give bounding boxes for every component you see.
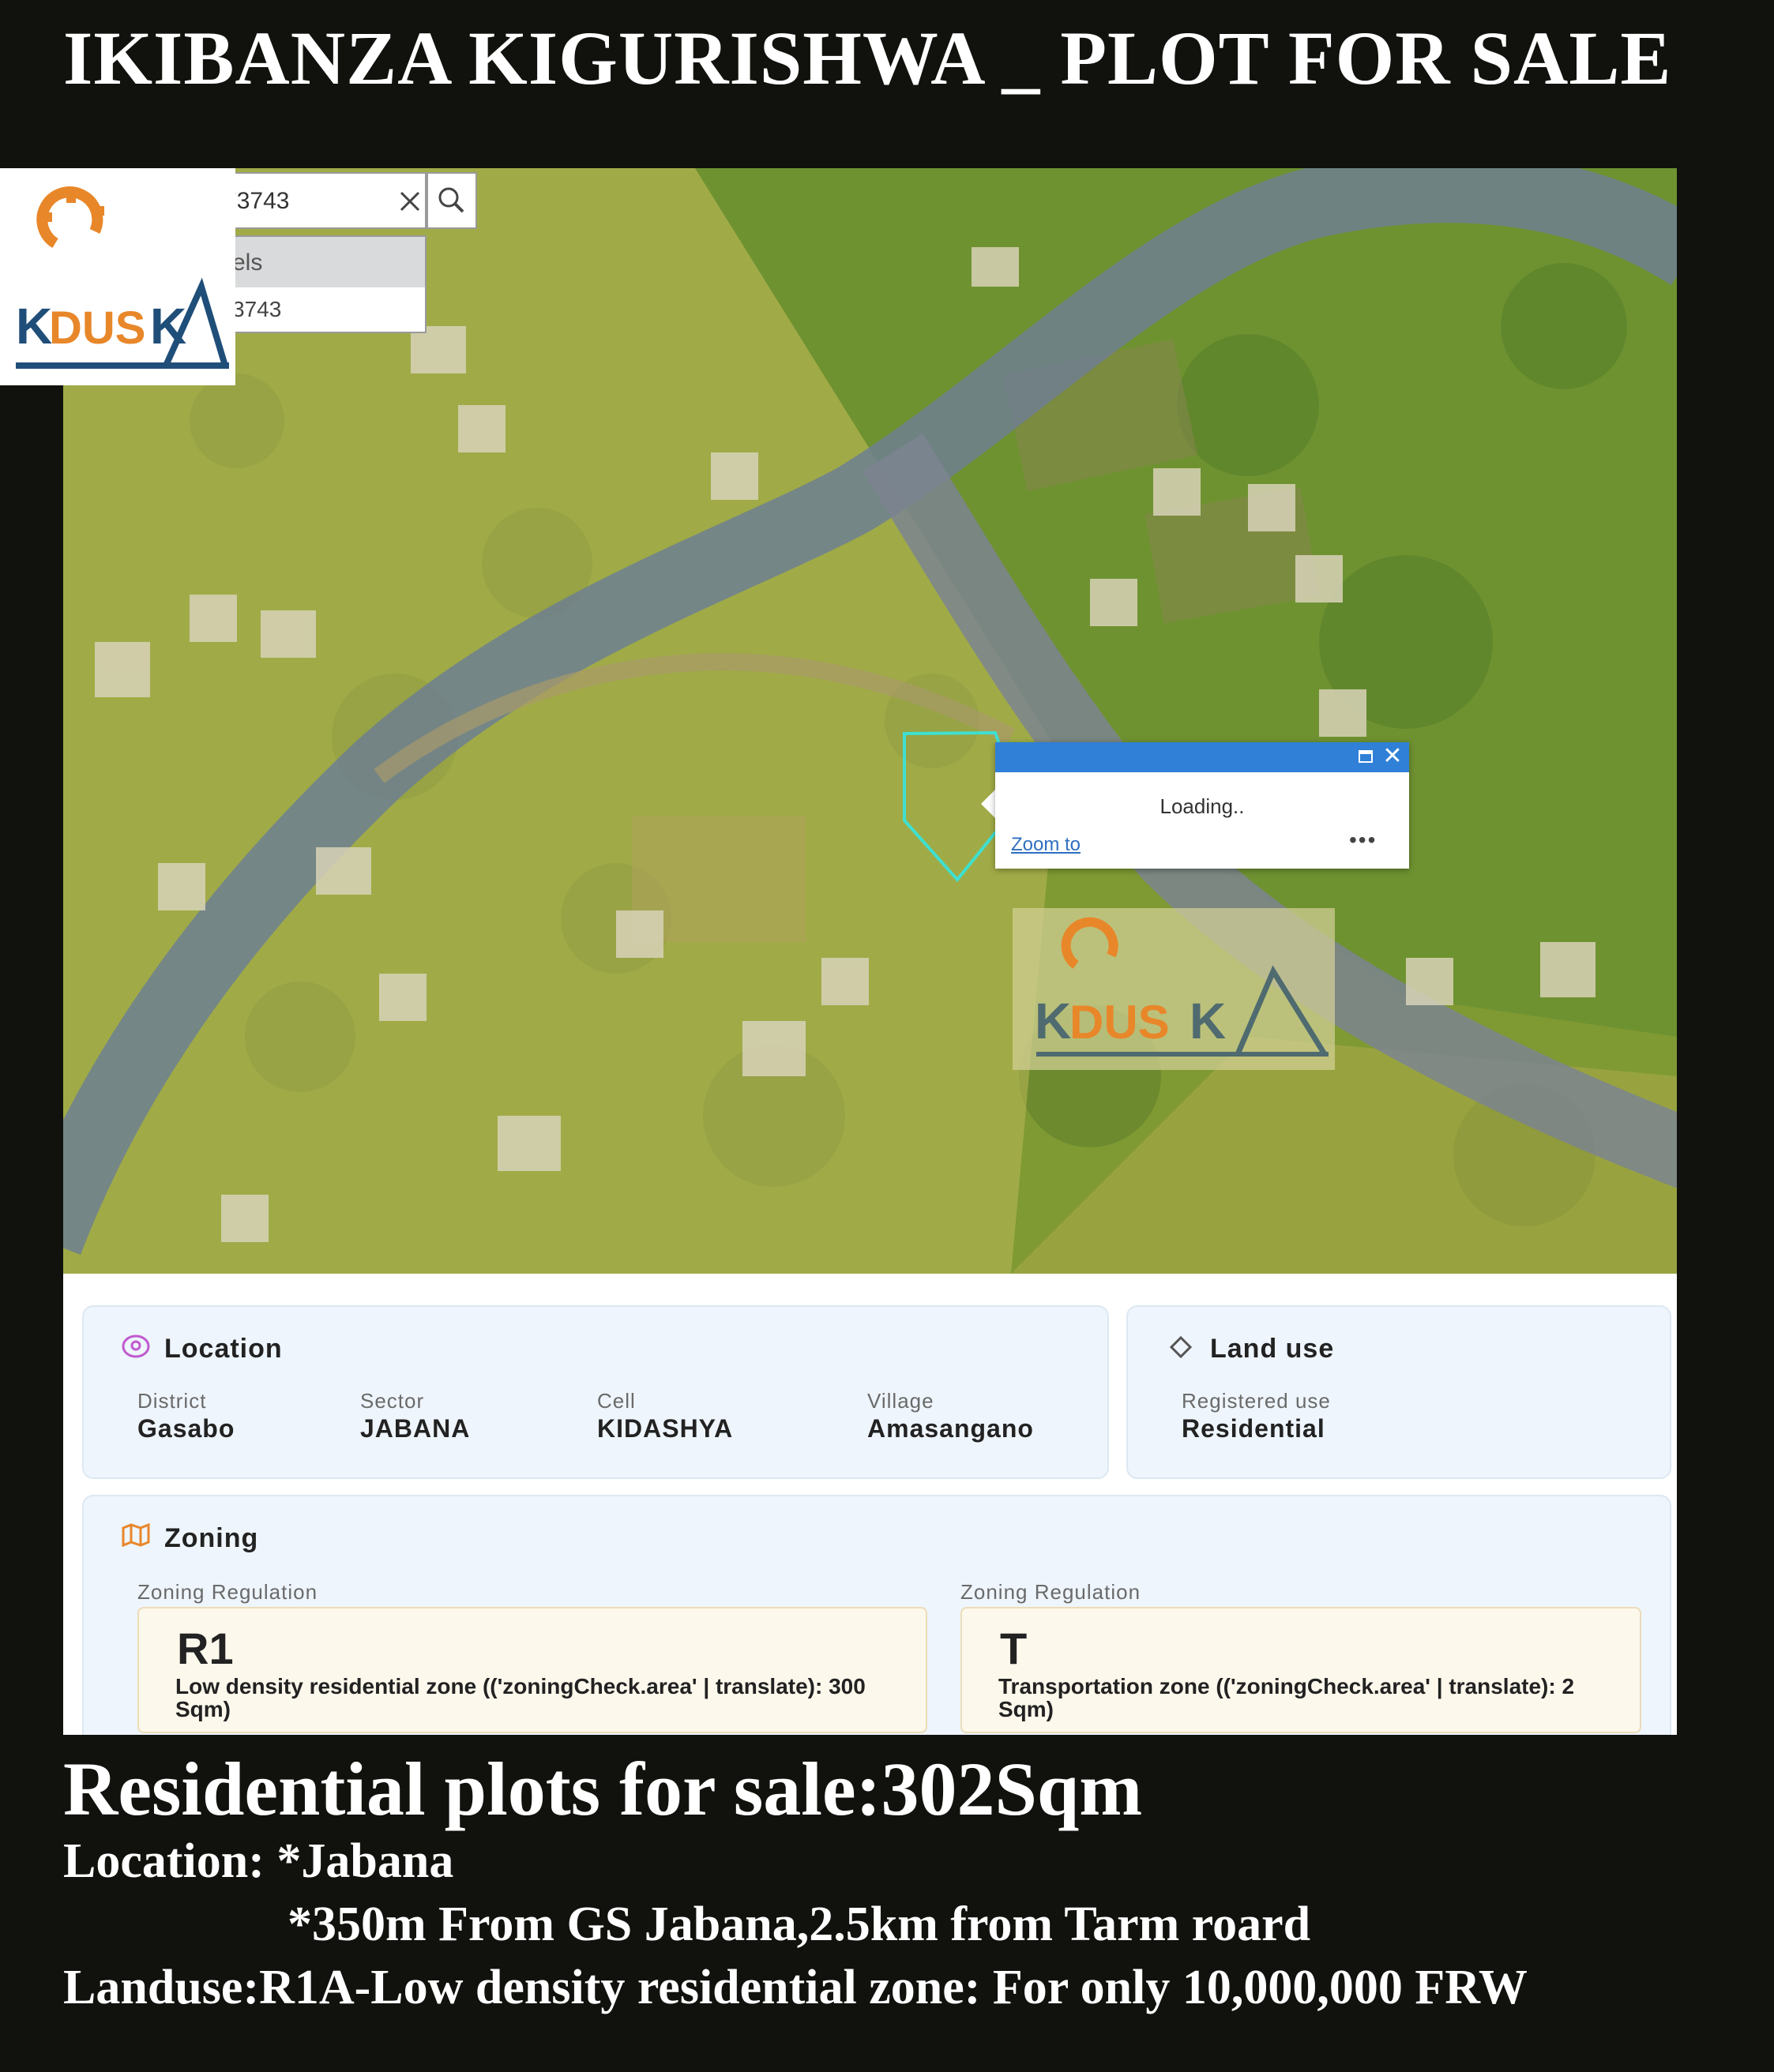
zone-code: R1: [177, 1623, 234, 1673]
listing-landuse-price: Landuse:R1A-Low density residential zone…: [63, 1961, 1528, 2014]
district-label: District: [137, 1389, 207, 1413]
maximize-icon[interactable]: [1359, 750, 1373, 763]
more-options-icon[interactable]: •••: [1349, 828, 1377, 853]
map-icon: [122, 1523, 150, 1547]
feature-popup: ✕ Loading.. Zoom to •••: [995, 742, 1409, 869]
listing-location: Location: *Jabana: [63, 1834, 454, 1888]
svg-text:K: K: [16, 298, 52, 355]
village-label: Village: [867, 1389, 934, 1413]
land-use-title: Land use: [1210, 1334, 1335, 1364]
zone-code: T: [1000, 1623, 1028, 1673]
svg-text:DUS: DUS: [49, 302, 145, 354]
village-value: Amasangano: [867, 1414, 1034, 1443]
suggestion-item[interactable]: 3743: [232, 297, 281, 322]
search-button[interactable]: [427, 172, 477, 229]
zoning-item: T Transportation zone (('zoningCheck.are…: [960, 1607, 1641, 1733]
listing-title: Residential plots for sale:302Sqm: [63, 1747, 1143, 1831]
popup-titlebar: ✕: [995, 742, 1409, 772]
listing-distance: *350m From GS Jabana,2.5km from Tarm roa…: [288, 1897, 1311, 1951]
cell-value: KIDASHYA: [597, 1414, 734, 1443]
map-view[interactable]: [63, 168, 1677, 1274]
logo-graphic: K DUS K: [16, 186, 229, 369]
registered-use-label: Registered use: [1182, 1389, 1331, 1413]
sector-value: JABANA: [360, 1414, 471, 1443]
popup-pointer: [981, 788, 997, 820]
zoning-item: R1 Low density residential zone (('zonin…: [137, 1607, 927, 1733]
svg-text:DUS: DUS: [1069, 996, 1170, 1049]
svg-text:K: K: [1190, 993, 1226, 1049]
close-icon[interactable]: ✕: [1381, 744, 1404, 769]
zone-description: Transportation zone (('zoningCheck.area'…: [998, 1674, 1575, 1721]
zoning-title: Zoning: [164, 1523, 259, 1553]
kduska-logo: K DUS K: [0, 168, 235, 385]
search-value: '3743: [232, 188, 290, 214]
svg-text:K: K: [1035, 993, 1071, 1049]
watermark-logo: K DUS K: [1035, 917, 1329, 1057]
kduska-watermark: K DUS K: [1013, 908, 1335, 1070]
cell-label: Cell: [597, 1389, 636, 1413]
district-value: Gasabo: [137, 1414, 235, 1443]
clear-search-button[interactable]: [395, 185, 425, 218]
diamond-icon: [1169, 1335, 1193, 1359]
registered-use-value: Residential: [1182, 1414, 1325, 1443]
sector-label: Sector: [360, 1389, 425, 1413]
zoom-to-link[interactable]: Zoom to: [1011, 834, 1081, 856]
location-pin-icon: [122, 1334, 150, 1358]
zoning-regulation-label: Zoning Regulation: [137, 1580, 318, 1604]
svg-text:K: K: [150, 298, 186, 355]
suggestion-group-label: els: [232, 250, 263, 276]
location-card: Location District Gasabo Sector JABANA C…: [82, 1305, 1109, 1479]
zoning-card: Zoning Zoning Regulation R1 Low density …: [82, 1495, 1671, 1735]
search-icon: [438, 187, 464, 213]
close-icon: [400, 191, 420, 212]
popup-loading-text: Loading..: [1159, 794, 1245, 818]
location-title: Location: [164, 1334, 283, 1364]
zoning-regulation-label: Zoning Regulation: [960, 1580, 1141, 1604]
parcel-info-panel: Location District Gasabo Sector JABANA C…: [63, 1274, 1677, 1735]
satellite-imagery: [63, 168, 1677, 1274]
land-use-card: Land use Registered use Residential: [1126, 1305, 1671, 1479]
headline: IKIBANZA KIGURISHWA _ PLOT FOR SALE: [63, 16, 1672, 100]
zone-description: Low density residential zone (('zoningCh…: [175, 1674, 866, 1721]
